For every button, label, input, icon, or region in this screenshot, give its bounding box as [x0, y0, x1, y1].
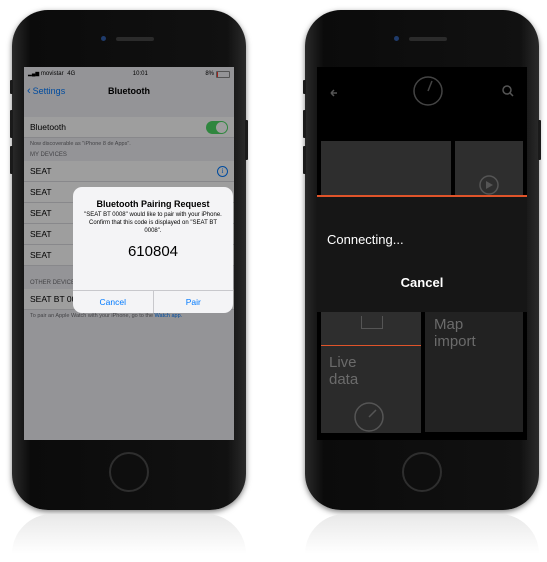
gauge-icon [354, 402, 384, 432]
cancel-button[interactable]: Cancel [317, 275, 527, 290]
map-import-label: Map import [434, 316, 476, 350]
pair-button[interactable]: Pair [154, 291, 234, 313]
header-icons [330, 76, 514, 106]
cancel-button[interactable]: Cancel [73, 291, 154, 313]
alert-message: "SEAT BT 0008" would like to pair with y… [84, 212, 222, 234]
pairing-code: 610804 [127, 243, 179, 261]
home-button [402, 452, 442, 492]
front-camera [101, 36, 106, 41]
volume-down-button [303, 146, 306, 174]
play-icon [479, 175, 499, 195]
volume-up-button [10, 110, 13, 138]
app-header [317, 67, 527, 107]
tile-top-right[interactable] [455, 141, 523, 197]
connecting-text: Connecting... [327, 232, 404, 247]
earpiece-speaker [409, 37, 447, 41]
alert-buttons: Cancel Pair [73, 290, 233, 313]
live-data-label: Live data [329, 354, 359, 388]
back-arrow-icon[interactable] [330, 89, 337, 97]
left-phone: ▂▄▆ movistar 4G 10:01 8% ‹ Settings Blue… [10, 10, 248, 510]
left-phone-reflection [12, 514, 246, 554]
search-icon[interactable] [502, 85, 514, 97]
right-phone-reflection [305, 514, 539, 554]
connecting-dialog: Connecting... Cancel [317, 195, 527, 312]
mute-switch [303, 80, 306, 94]
navigation-icon [361, 316, 383, 329]
seat-app-screen: Map import Live data Connecting... Cance… [317, 67, 527, 440]
alert-title: Bluetooth Pairing Request [96, 199, 210, 209]
power-button [538, 120, 541, 160]
power-button [245, 120, 248, 160]
earpiece-speaker [116, 37, 154, 41]
mute-switch [10, 80, 13, 94]
ios-screen: ▂▄▆ movistar 4G 10:01 8% ‹ Settings Blue… [24, 67, 234, 440]
clock-icon[interactable] [413, 76, 443, 106]
home-button [109, 452, 149, 492]
right-phone: Map import Live data Connecting... Cance… [303, 10, 541, 510]
front-camera [394, 36, 399, 41]
volume-up-button [303, 110, 306, 138]
pairing-alert: Bluetooth Pairing Request "SEAT BT 0008"… [73, 187, 233, 313]
volume-down-button [10, 146, 13, 174]
tile-top-left[interactable] [321, 141, 451, 197]
